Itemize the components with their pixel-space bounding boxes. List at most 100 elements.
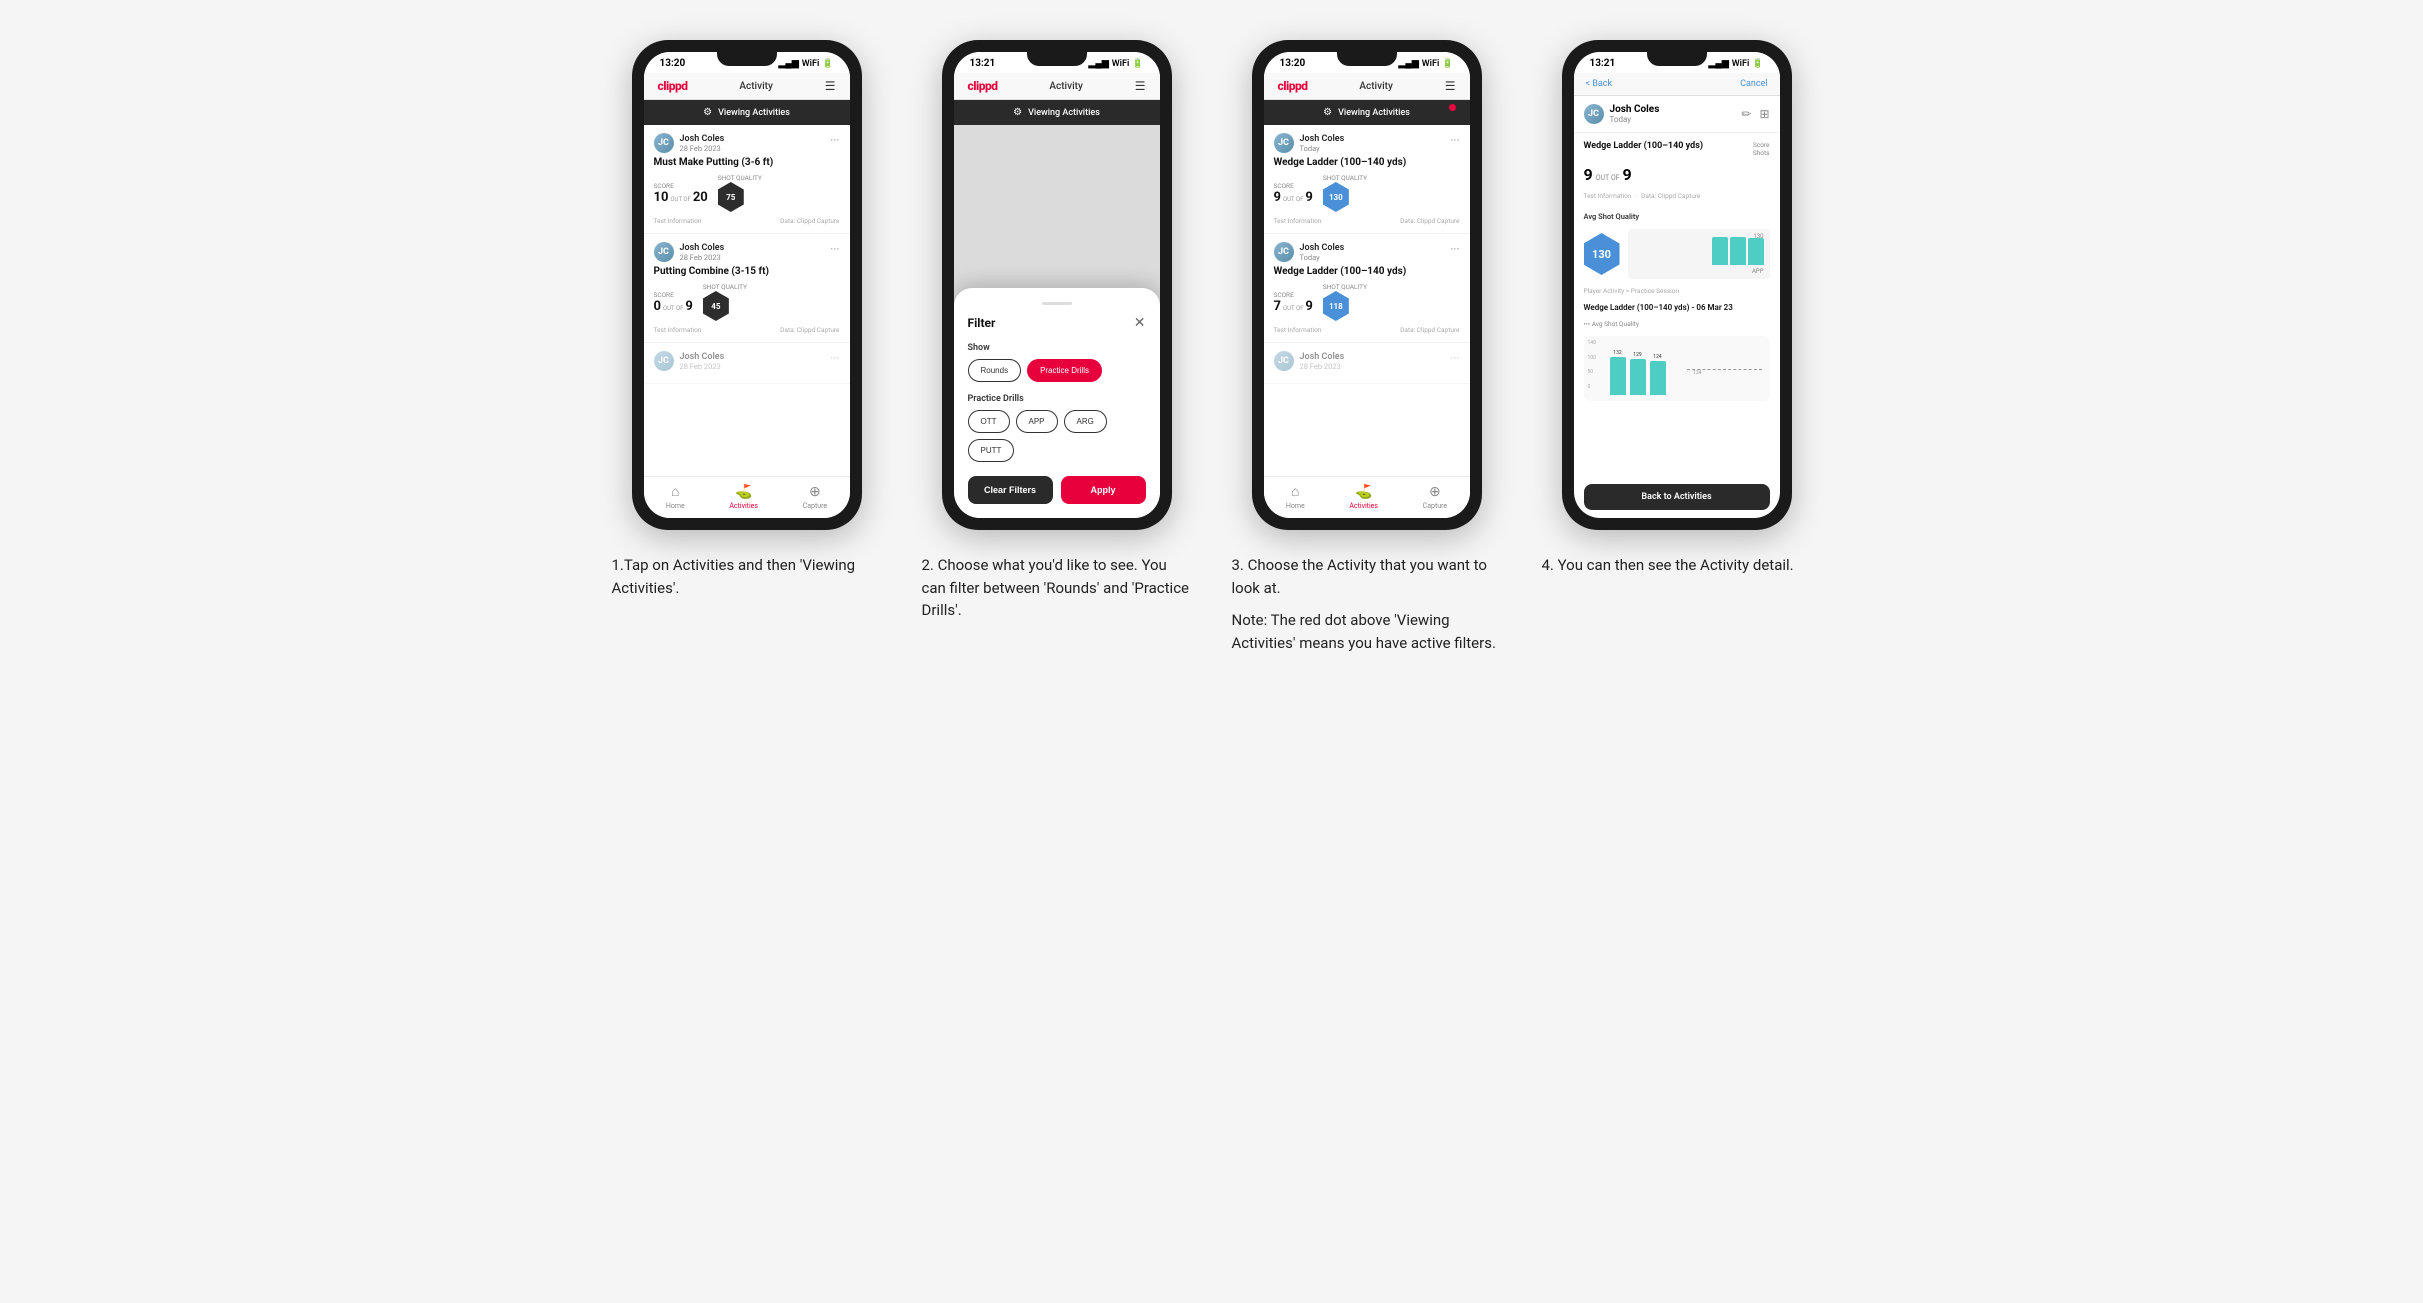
ott-filter-btn[interactable]: OTT xyxy=(968,410,1010,433)
viewing-bar-2[interactable]: ⚙ Viewing Activities xyxy=(954,100,1160,125)
card-title-1-2: Putting Combine (3-15 ft) xyxy=(654,266,840,277)
user-info-3-3: Josh Coles 28 Feb 2023 xyxy=(1300,352,1345,371)
nav-activities-1[interactable]: ⛳ Activities xyxy=(729,484,758,510)
activities-icon-3: ⛳ xyxy=(1355,484,1372,500)
notch-2 xyxy=(1027,52,1087,66)
dots-menu-1-2[interactable]: ··· xyxy=(830,242,839,256)
dots-menu-3-3[interactable]: ··· xyxy=(1450,351,1459,365)
user-info-1-2: Josh Coles 28 Feb 2023 xyxy=(680,243,725,262)
user-date-3-3: 28 Feb 2023 xyxy=(1300,362,1345,371)
test-info-4: Test Information xyxy=(1584,192,1632,200)
status-time-2: 13:21 xyxy=(970,58,996,69)
menu-icon-3[interactable]: ☰ xyxy=(1445,79,1456,93)
score-value-1-1: 10 xyxy=(654,190,669,205)
red-dot-3 xyxy=(1449,104,1456,111)
apply-btn[interactable]: Apply xyxy=(1061,476,1146,504)
test-info-3-2: Test Information xyxy=(1274,326,1322,334)
step-1-column: 13:20 ▂▄▆ WiFi 🔋 clippd Activity ☰ ⚙ xyxy=(612,40,882,654)
notch-4 xyxy=(1647,52,1707,66)
phone-4-inner: 13:21 ▂▄▆ WiFi 🔋 < Back Cancel JC xyxy=(1574,52,1780,518)
dots-menu-1-3[interactable]: ··· xyxy=(830,351,839,365)
nav-capture-1[interactable]: ⊕ Capture xyxy=(803,484,827,510)
user-name-1-3: Josh Coles xyxy=(680,352,725,362)
filter-icon-1: ⚙ xyxy=(703,107,712,118)
menu-icon-1[interactable]: ☰ xyxy=(825,79,836,93)
stat-sq-1-2: Shot Quality 45 xyxy=(703,283,747,321)
user-info-1-3: Josh Coles 28 Feb 2023 xyxy=(680,352,725,371)
avg-line-4: ···124 xyxy=(1687,369,1761,376)
cancel-button-4[interactable]: Cancel xyxy=(1740,79,1767,89)
test-info-1-2: Test Information xyxy=(654,326,702,334)
phone-2-inner: 13:21 ▂▄▆ WiFi 🔋 clippd Activity ☰ ⚙ xyxy=(954,52,1160,518)
app-nav-3: clippd Activity ☰ xyxy=(1264,73,1470,100)
show-filter-buttons: Rounds Practice Drills xyxy=(968,359,1146,382)
card-user-1-1: JC Josh Coles 28 Feb 2023 xyxy=(654,133,725,153)
phone-4: 13:21 ▂▄▆ WiFi 🔋 < Back Cancel JC xyxy=(1562,40,1792,530)
notch-3 xyxy=(1337,52,1397,66)
avatar-1-1: JC xyxy=(654,133,674,153)
capture-icon-3: ⊕ xyxy=(1429,484,1441,500)
nav-activities-3[interactable]: ⛳ Activities xyxy=(1349,484,1378,510)
signal-icon-4: ▂▄▆ xyxy=(1709,58,1729,69)
step-2-column: 13:21 ▂▄▆ WiFi 🔋 clippd Activity ☰ ⚙ xyxy=(922,40,1192,654)
modal-handle xyxy=(1042,302,1072,305)
phone-1-inner: 13:20 ▂▄▆ WiFi 🔋 clippd Activity ☰ ⚙ xyxy=(644,52,850,518)
back-button-4[interactable]: < Back xyxy=(1586,79,1613,89)
capture-icon-1: ⊕ xyxy=(809,484,821,500)
detail-user-info-4: JC Josh Coles Today xyxy=(1584,104,1660,124)
detail-info-row-4: Test Information · Data: Clippd Capture xyxy=(1584,192,1770,200)
putt-filter-btn[interactable]: PUTT xyxy=(968,439,1015,462)
menu-icon-2[interactable]: ☰ xyxy=(1135,79,1146,93)
step-3-caption1: 3. Choose the Activity that you want to … xyxy=(1232,554,1502,599)
modal-actions: Clear Filters Apply xyxy=(968,476,1146,504)
stat-sq-3-2: Shot Quality 118 xyxy=(1323,283,1367,321)
expand-icon-4[interactable]: ⊞ xyxy=(1759,107,1769,121)
bottom-nav-1: ⌂ Home ⛳ Activities ⊕ Capture xyxy=(644,476,850,518)
app-filter-btn[interactable]: APP xyxy=(1016,410,1058,433)
bar-2-4 xyxy=(1730,237,1746,265)
chart-container-4: 130 APP xyxy=(1628,229,1770,279)
app-title-2: Activity xyxy=(1049,81,1082,92)
back-to-activities-btn[interactable]: Back to Activities xyxy=(1584,484,1770,510)
user-name-3-1: Josh Coles xyxy=(1300,134,1345,144)
activity-card-3-2[interactable]: JC Josh Coles Today ··· Wedge Ladder (10… xyxy=(1264,234,1470,343)
data-info-4: Data: Clippd Capture xyxy=(1641,192,1700,200)
dots-menu-3-1[interactable]: ··· xyxy=(1450,133,1459,147)
wifi-icon-2: WiFi xyxy=(1112,59,1130,69)
wifi-icon-1: WiFi xyxy=(802,59,820,69)
activities-icon-1: ⛳ xyxy=(735,484,752,500)
page-container: 13:20 ▂▄▆ WiFi 🔋 clippd Activity ☰ ⚙ xyxy=(612,40,1812,654)
app-nav-1: clippd Activity ☰ xyxy=(644,73,850,100)
nav-home-3[interactable]: ⌂ Home xyxy=(1286,483,1305,510)
arg-filter-btn[interactable]: ARG xyxy=(1064,410,1107,433)
signal-icon-3: ▂▄▆ xyxy=(1399,58,1419,69)
activity-card-3-1[interactable]: JC Josh Coles Today ··· Wedge Ladder (10… xyxy=(1264,125,1470,234)
practice-drills-filter-btn[interactable]: Practice Drills xyxy=(1027,359,1102,382)
stat-score-3-2: Score 7 OUT OF 9 xyxy=(1274,291,1313,314)
activity-card-1-1[interactable]: JC Josh Coles 28 Feb 2023 ··· Must Make … xyxy=(644,125,850,234)
rounds-filter-btn[interactable]: Rounds xyxy=(968,359,1022,382)
step-4-column: 13:21 ▂▄▆ WiFi 🔋 < Back Cancel JC xyxy=(1542,40,1812,654)
activity-card-1-3[interactable]: JC Josh Coles 28 Feb 2023 ··· xyxy=(644,343,850,384)
battery-icon-3: 🔋 xyxy=(1442,59,1453,69)
chart-value-4: 130 xyxy=(1753,233,1763,240)
activity-card-3-3[interactable]: JC Josh Coles 28 Feb 2023 ··· xyxy=(1264,343,1470,384)
activity-card-1-2[interactable]: JC Josh Coles 28 Feb 2023 ··· Putting Co… xyxy=(644,234,850,343)
dots-menu-1-1[interactable]: ··· xyxy=(830,133,839,147)
viewing-bar-3[interactable]: ⚙ Viewing Activities xyxy=(1264,100,1470,125)
dots-menu-3-2[interactable]: ··· xyxy=(1450,242,1459,256)
modal-close-button[interactable]: ✕ xyxy=(1134,315,1146,331)
edit-icon-4[interactable]: ✏ xyxy=(1741,107,1751,121)
card-user-3-1: JC Josh Coles Today xyxy=(1274,133,1345,153)
phone-2: 13:21 ▂▄▆ WiFi 🔋 clippd Activity ☰ ⚙ xyxy=(942,40,1172,530)
viewing-bar-text-3: Viewing Activities xyxy=(1338,108,1410,118)
viewing-bar-1[interactable]: ⚙ Viewing Activities xyxy=(644,100,850,125)
detail-shots-4: 9 xyxy=(1623,165,1632,184)
stat-sq-1-1: Shot Quality 75 xyxy=(718,174,762,212)
capture-label-3: Capture xyxy=(1423,502,1447,510)
status-time-4: 13:21 xyxy=(1590,58,1616,69)
clear-filters-btn[interactable]: Clear Filters xyxy=(968,476,1053,504)
nav-home-1[interactable]: ⌂ Home xyxy=(666,483,685,510)
battery-icon-4: 🔋 xyxy=(1752,59,1763,69)
nav-capture-3[interactable]: ⊕ Capture xyxy=(1423,484,1447,510)
